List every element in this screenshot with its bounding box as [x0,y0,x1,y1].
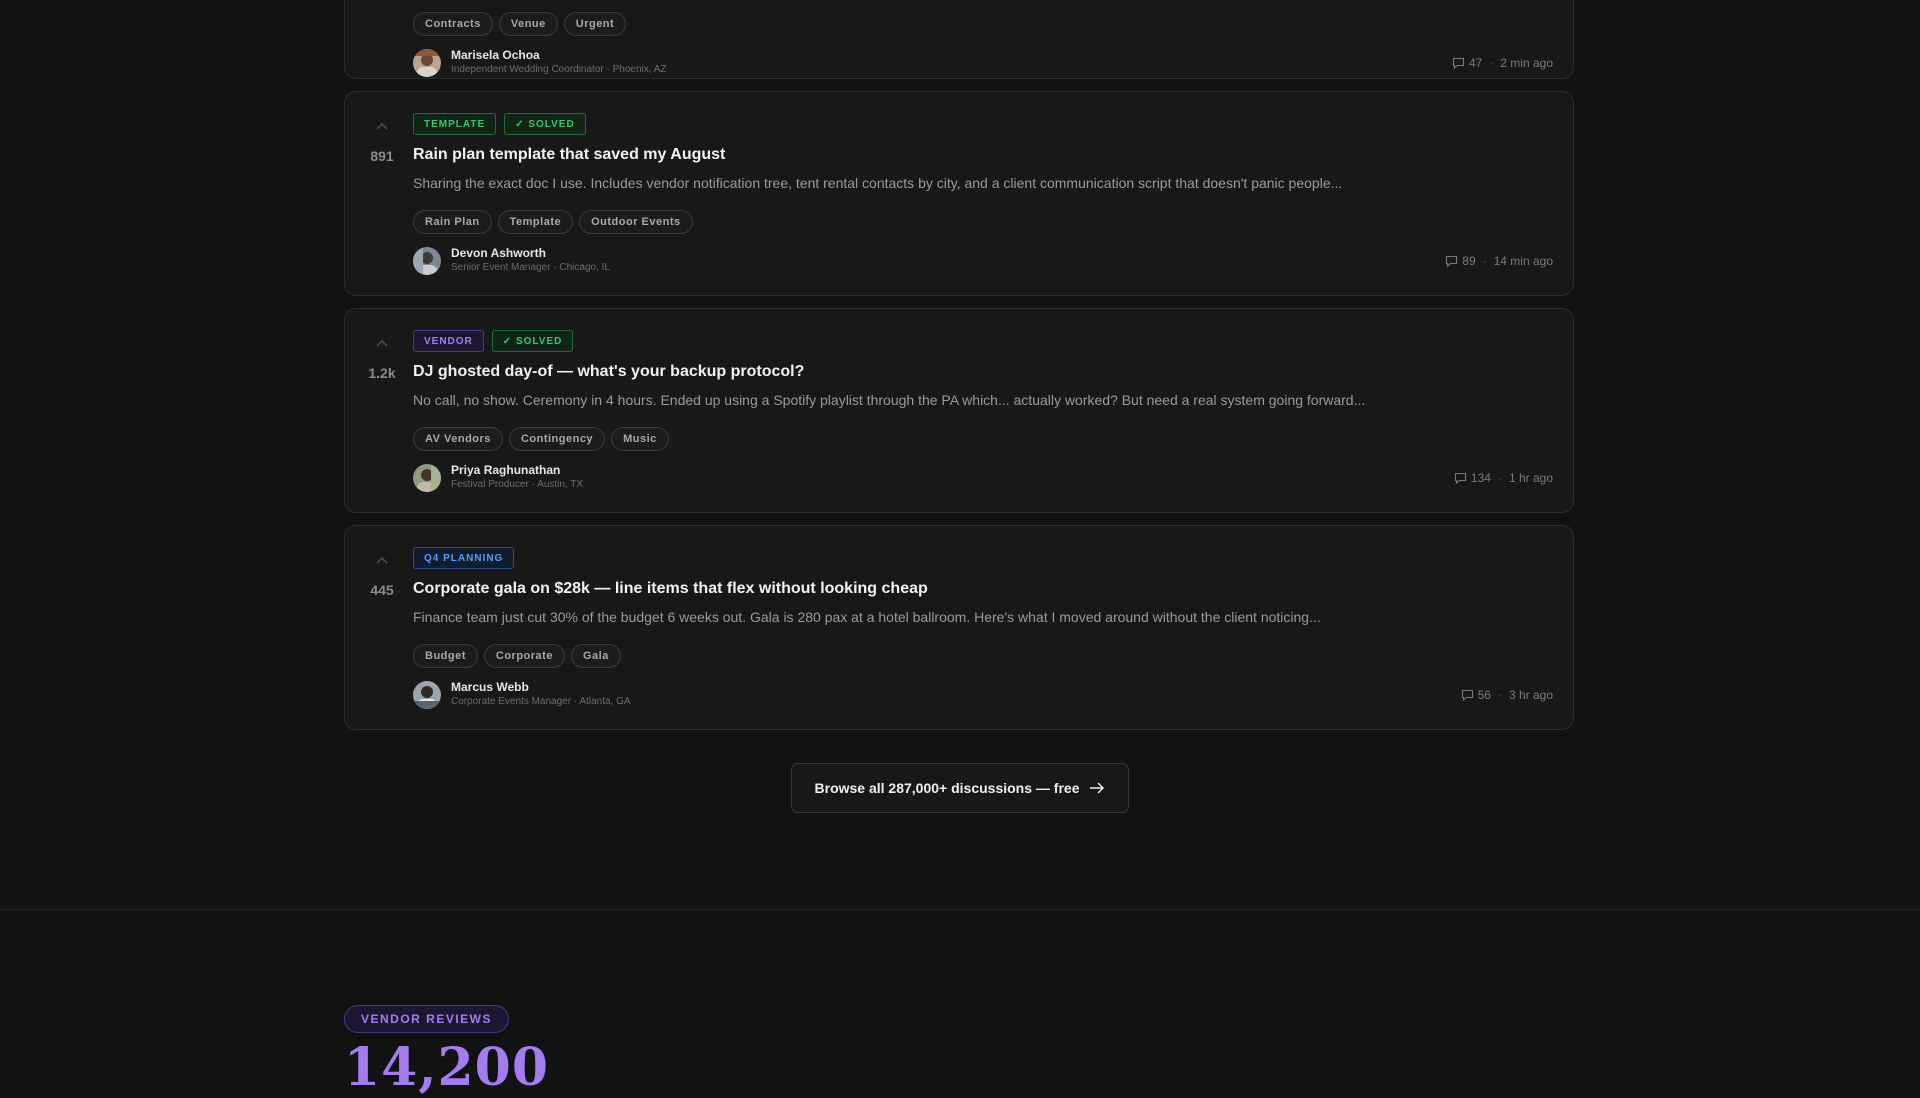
post-time: 3 hr ago [1508,688,1553,702]
comment-count[interactable]: 89 [1462,254,1475,268]
avatar[interactable] [413,681,441,709]
browse-discussions-button[interactable]: Browse all 287,000+ discussions — free [791,763,1129,813]
review-count: 14,200 [344,1037,550,1098]
post-meta: 56 · 3 hr ago [1461,688,1553,702]
discussion-card[interactable]: 891 TEMPLATE ✓ SOLVED Rain plan template… [344,91,1574,296]
post-meta: 134 · 1 hr ago [1454,471,1553,485]
tag-list: Rain Plan Template Outdoor Events [413,210,1553,234]
comment-count[interactable]: 134 [1471,471,1491,485]
chevron-up-icon[interactable] [373,120,391,134]
meta-separator: · [1489,56,1494,70]
post-meta: 47 · 2 min ago [1452,56,1553,70]
chevron-up-icon[interactable] [373,554,391,568]
solved-badge: ✓ SOLVED [491,330,574,352]
category-badge[interactable]: VENDOR [413,330,484,352]
post-title[interactable]: Corporate gala on $28k — line items that… [413,580,1553,600]
post-title[interactable]: Rain plan template that saved my August [413,146,1553,166]
meta-separator: · [1497,688,1502,702]
section-badge: VENDOR REVIEWS [344,1005,510,1033]
author-role: Independent Wedding Coordinator · Phoeni… [451,64,667,75]
badge-row: Q4 PLANNING [413,547,1553,571]
post-author: Marisela Ochoa Independent Wedding Coord… [413,45,1553,77]
comment-bubble-icon [1454,472,1466,484]
meta-separator: · [1497,471,1502,485]
vote-count: 445 [370,582,394,598]
post-time: 1 hr ago [1508,471,1553,485]
tag-list: Contracts Venue Urgent [413,12,1553,36]
tag-chip[interactable]: Outdoor Events [579,210,693,234]
discussion-card[interactable]: 445 Q4 PLANNING Corporate gala on $28k —… [344,525,1574,730]
vote-count: 1.2k [368,365,396,381]
category-badge[interactable]: Q4 PLANNING [413,547,515,569]
tag-chip[interactable]: Contracts [413,12,493,36]
tag-chip[interactable]: Music [611,427,669,451]
tag-chip[interactable]: Corporate [483,644,565,668]
meta-separator: · [1482,254,1487,268]
vote-count: 891 [370,148,394,164]
discussion-card[interactable]: 1.2k VENDOR ✓ SOLVED DJ ghosted day-of —… [344,308,1574,513]
post-excerpt: Sharing the exact doc I use. Includes ve… [413,175,1343,191]
avatar[interactable] [413,464,441,492]
author-name[interactable]: Priya Raghunathan [451,463,560,477]
tag-chip[interactable]: Budget [413,644,478,668]
tag-chip[interactable]: Gala [570,644,621,668]
avatar[interactable] [413,49,441,77]
tag-chip[interactable]: Contingency [508,427,606,451]
post-time: 14 min ago [1493,254,1553,268]
solved-badge: ✓ SOLVED [504,113,586,135]
comment-count[interactable]: 47 [1469,56,1482,70]
category-badge[interactable]: TEMPLATE [413,113,497,135]
post-title[interactable]: DJ ghosted day-of — what's your backup p… [413,363,1553,383]
browse-discussions-label: Browse all 287,000+ discussions — free [814,780,1080,796]
post-meta: 89 · 14 min ago [1445,254,1553,268]
discussion-card[interactable]: Contracts Venue Urgent Marisela Ochoa In… [344,0,1574,79]
vote-column: 1.2k [345,337,419,381]
comment-bubble-icon [1461,689,1473,701]
arrow-right-icon [1090,782,1105,794]
vote-column: 891 [345,120,419,164]
post-author: Priya Raghunathan Festival Producer · Au… [413,460,1553,492]
author-name[interactable]: Devon Ashworth [451,246,546,260]
badge-row: VENDOR ✓ SOLVED [413,330,1553,354]
author-role: Festival Producer · Austin, TX [451,479,584,490]
badge-row: TEMPLATE ✓ SOLVED [413,113,1553,137]
post-excerpt: No call, no show. Ceremony in 4 hours. E… [413,392,1366,408]
post-time: 2 min ago [1500,56,1553,70]
tag-chip[interactable]: Venue [498,12,558,36]
author-role: Senior Event Manager · Chicago, IL [451,262,610,273]
tag-chip[interactable]: AV Vendors [413,427,503,451]
author-name[interactable]: Marisela Ochoa [451,48,540,62]
tag-chip[interactable]: Urgent [563,12,627,36]
vote-column: 445 [345,554,419,598]
chevron-up-icon[interactable] [373,337,391,351]
author-name[interactable]: Marcus Webb [451,680,529,694]
section-divider [0,909,1920,910]
post-author: Marcus Webb Corporate Events Manager · A… [413,677,1553,709]
comment-bubble-icon [1452,57,1464,69]
tag-chip[interactable]: Template [497,210,574,234]
avatar[interactable] [413,247,441,275]
tag-chip[interactable]: Rain Plan [413,210,492,234]
post-excerpt: Finance team just cut 30% of the budget … [413,609,1321,625]
post-author: Devon Ashworth Senior Event Manager · Ch… [413,243,1553,275]
tag-list: AV Vendors Contingency Music [413,427,1553,451]
author-role: Corporate Events Manager · Atlanta, GA [451,696,631,707]
comment-count[interactable]: 56 [1478,688,1491,702]
tag-list: Budget Corporate Gala [413,644,1553,668]
comment-bubble-icon [1446,255,1458,267]
